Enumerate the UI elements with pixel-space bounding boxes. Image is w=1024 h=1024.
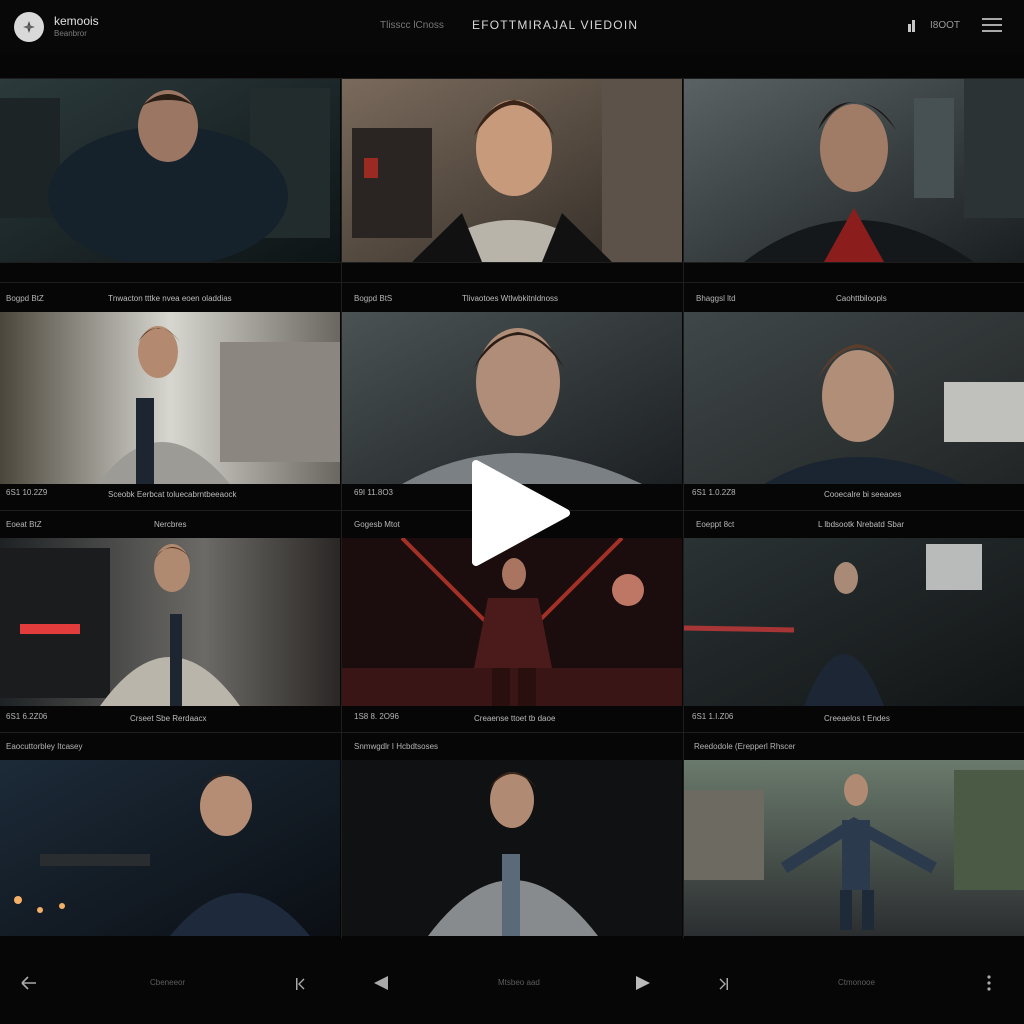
video-thumbnail-3[interactable] [684,78,1024,262]
row2-right-caption: Cooecalre bi seeaoes [824,490,902,499]
video-thumbnail-4[interactable] [0,312,340,484]
row1-right-label: Bhaggsl ltd [696,294,736,303]
row1-right-caption: Caohttbiloopls [836,294,887,303]
row4-mid-label: 1S8 8. 2O96 [354,712,399,721]
video-thumbnail-2[interactable] [342,78,682,262]
page-title: EFOTTMIRAJAL VIEDOIN [472,18,639,32]
user-icon[interactable] [906,18,920,37]
grid-line [0,78,1024,79]
row4-left-caption: Crseet Sbe Rerdaacx [130,714,207,723]
rewind-icon[interactable] [372,974,390,997]
hamburger-menu-icon[interactable] [982,18,1002,34]
row2-right-label: 6S1 1.0.2Z8 [692,488,736,497]
brand-name: kemoois [54,14,99,28]
grid-line [341,78,342,938]
row4-right-caption: Creeaelos t Endes [824,714,890,723]
skip-next-icon[interactable] [718,976,730,997]
grid-line [683,78,684,938]
video-thumbnail-6[interactable] [684,312,1024,484]
row3-mid-label: Gogesb Mtot [354,520,400,529]
row1-mid-caption: Tlivaotoes Wtlwbkitnldnoss [462,294,559,303]
video-thumbnail-10[interactable] [0,760,340,936]
row5-right-label: Reedodole (Erepperl Rhscer [694,742,796,751]
back-arrow-icon[interactable] [20,974,38,997]
row2-left-caption: Sceobk Eerbcat toluecabrntbeeaock [108,490,237,499]
row4-right-label: 6S1 1.I.Z06 [692,712,734,721]
row5-left-label: Eaocuttorbley Itcasey [6,742,83,751]
row5-mid-label: Snmwgdlr I Hcbdtsoses [354,742,439,751]
footer-mid-label: Mtsbeo aad [498,978,540,987]
row1-left-label: Bogpd BtZ [6,294,44,303]
bottom-controls-bar [0,952,1024,1024]
row2-left-label: 6S1 10.2Z9 [6,488,48,497]
row1-left-caption: Tnwacton tttke nvea eoen oladdias [108,294,232,303]
row3-left-caption: Nercbres [154,520,187,529]
footer-left-label: Cbeneeor [150,978,186,987]
video-thumbnail-11[interactable] [342,760,682,936]
grid-line [0,262,1024,263]
row4-mid-caption: Creaense ttoet tb daoe [474,714,556,723]
more-vertical-icon[interactable] [986,974,992,997]
row2-mid-label: 69I 11.8O3 [354,488,393,497]
user-label[interactable]: I8OOT [930,20,960,31]
row3-right-caption: L lbdsootk Nrebatd Sbar [818,520,904,529]
nav-link[interactable]: Tlisscc lCnoss [380,20,444,31]
video-thumbnail-12[interactable] [684,760,1024,936]
skip-previous-icon[interactable] [294,976,306,997]
video-thumbnail-7[interactable] [0,538,340,706]
row4-left-label: 6S1 6.2Z06 [6,712,48,721]
row3-right-label: Eoeppt 8ct [696,520,735,529]
video-thumbnail-1[interactable] [0,78,340,262]
video-thumbnail-9[interactable] [684,538,1024,706]
logo-icon[interactable] [14,12,44,42]
row1-mid-label: Bogpd BtS [354,294,393,303]
row3-left-label: Eoeat BtZ [6,520,42,529]
brand-subtitle: Beanbror [54,29,87,38]
top-bar: kemoois Beanbror Tlisscc lCnoss EFOTTMIR… [0,0,1024,54]
grid-line [0,282,1024,283]
grid-line [0,732,1024,733]
play-forward-icon[interactable] [634,974,652,997]
footer-right-label: Ctmonooe [838,978,875,987]
play-icon[interactable] [470,458,570,568]
